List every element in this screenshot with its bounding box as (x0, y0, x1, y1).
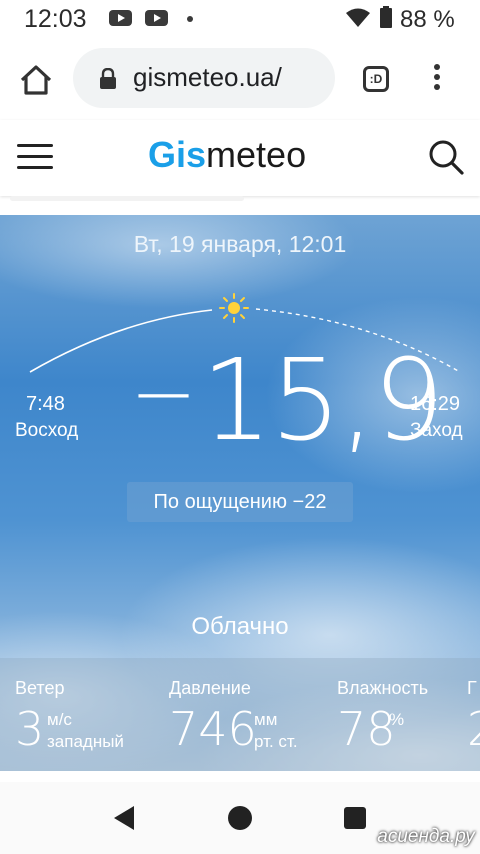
next-detail-label: Г (467, 678, 477, 698)
current-temperature: −15,9 (130, 345, 444, 457)
lock-icon (100, 68, 116, 89)
site-header: Gismeteo (0, 120, 480, 196)
pressure-label: Давление (169, 678, 251, 698)
watermark: асиенда.ру (377, 826, 475, 847)
address-bar[interactable]: gismeteo.ua/ (73, 48, 335, 108)
hamburger-menu-icon[interactable] (17, 144, 53, 170)
pressure-unit: мм (254, 710, 278, 729)
pressure-unit-secondary: рт. ст. (254, 732, 298, 751)
youtube-icon (145, 10, 168, 26)
wifi-icon (346, 8, 370, 27)
wind-label: Ветер (15, 678, 65, 698)
battery-percent: 88 % (400, 6, 455, 33)
wind-value: 3 (15, 702, 45, 756)
feels-like-badge: По ощущению −22 (127, 482, 353, 522)
status-time: 12:03 (24, 5, 87, 33)
weather-card: Вт, 19 января, 12:01 7:48 Восход 16:29 З… (0, 215, 480, 771)
next-detail-value: 2 (467, 706, 480, 752)
weather-condition: Облачно (191, 613, 289, 640)
search-icon[interactable] (427, 138, 465, 176)
battery-icon (380, 6, 392, 28)
weather-details-panel[interactable]: Ветер 3 м/с западный Давление 746 мм рт.… (0, 658, 480, 771)
wind-unit: м/с (47, 710, 72, 729)
humidity-unit: % (389, 710, 405, 729)
home-circle-icon[interactable] (228, 806, 252, 830)
temperature-value: 15,9 (201, 336, 444, 466)
menu-dots-icon[interactable] (433, 64, 441, 94)
tab-indicator (10, 196, 244, 201)
url-text: gismeteo.ua/ (133, 62, 282, 92)
home-icon[interactable] (18, 62, 54, 98)
sunrise-time: 7:48 (26, 393, 65, 415)
wind-direction: западный (47, 732, 124, 751)
back-icon[interactable] (114, 806, 134, 830)
recents-icon[interactable] (344, 807, 366, 829)
pressure-value: 746 (169, 702, 257, 756)
tab-switcher-button[interactable]: :D (363, 66, 389, 92)
weather-date: Вт, 19 января, 12:01 (133, 231, 347, 257)
temperature-sign: − (130, 347, 197, 440)
sunrise-label: Восход (15, 420, 79, 441)
youtube-icon (109, 10, 132, 26)
sun-icon (219, 293, 249, 323)
humidity-value: 78 (337, 702, 396, 756)
site-logo[interactable]: Gismeteo (148, 134, 306, 176)
status-bar: 12:03 88 % (0, 0, 480, 40)
logo-gis: Gis (148, 134, 207, 175)
logo-meteo: meteo (206, 134, 307, 175)
browser-toolbar: gismeteo.ua/ :D (0, 40, 480, 120)
dot-icon (187, 16, 193, 22)
humidity-label: Влажность (337, 678, 429, 698)
